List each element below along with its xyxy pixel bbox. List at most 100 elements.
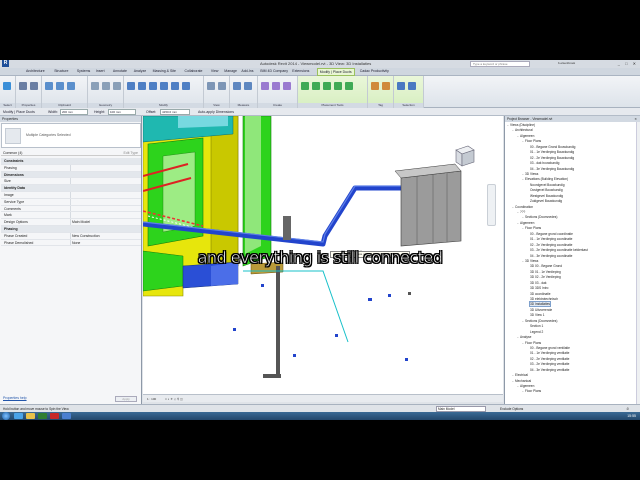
status-hint: Hold button and move mouse to Spin the V… — [3, 407, 70, 411]
start-button-icon[interactable] — [2, 412, 10, 420]
cyan-boundary — [243, 270, 349, 343]
ribbon-tab[interactable]: Massing & Site — [153, 69, 176, 73]
view-control-icons[interactable]: □ ◐ ☀ ◇ ⚲ ◫ — [165, 397, 183, 401]
ribbon-tab[interactable]: Annotate — [113, 69, 127, 73]
browser-node-label: Algemeen — [520, 220, 535, 225]
browser-node-label: Analyse — [520, 335, 532, 340]
browser-node-label: Oostgevel Bouwkundig — [530, 188, 563, 193]
ribbon-tool-icon[interactable] — [138, 82, 146, 90]
ribbon-tool-icon[interactable] — [91, 82, 99, 90]
properties-filter-dropdown[interactable]: Common (4) — [3, 151, 22, 155]
ribbon-tool-icon[interactable] — [19, 82, 27, 90]
ribbon-tool-icon[interactable] — [30, 82, 38, 90]
ribbon-tab[interactable]: Architecture — [26, 69, 45, 73]
height-field[interactable]: 100 mm — [108, 109, 136, 115]
property-group[interactable]: Identity Data — [1, 185, 141, 192]
excel-taskbar-icon[interactable] — [38, 413, 47, 419]
browser-node-label: 3D 3DS Intro — [530, 286, 549, 291]
height-label: Height: — [94, 110, 106, 114]
type-selector[interactable]: Multiple Categories Selected — [1, 123, 141, 148]
browser-node[interactable]: −Floor Plans — [505, 389, 640, 394]
ribbon-tool-icon[interactable] — [345, 82, 353, 90]
ribbon-tool-icon[interactable] — [127, 82, 135, 90]
ribbon-tab[interactable]: Cadac Productivity — [360, 69, 389, 73]
ribbon-tab[interactable]: Analyze — [134, 69, 146, 73]
ribbon-tab[interactable]: View — [211, 69, 219, 73]
search-input[interactable]: Type a keyword or phrase — [470, 61, 530, 67]
ribbon-tab[interactable]: Systems — [77, 69, 90, 73]
ribbon-tool-icon[interactable] — [3, 82, 11, 90]
ie-taskbar-icon[interactable] — [14, 413, 23, 419]
property-group[interactable]: Constraints — [1, 158, 141, 165]
ribbon-tab[interactable]: Structure — [54, 69, 68, 73]
property-row[interactable]: Mark — [1, 212, 141, 220]
property-name: Image — [4, 192, 14, 197]
ribbon-tab[interactable]: Extensions — [292, 69, 309, 73]
ribbon-tool-icon[interactable] — [261, 82, 269, 90]
ribbon-tool-icon[interactable] — [67, 82, 75, 90]
ribbon-tool-icon[interactable] — [233, 82, 241, 90]
offset-field[interactable]: 4150.0 mm — [160, 109, 190, 115]
ribbon-tool-icon[interactable] — [371, 82, 379, 90]
ribbon-tool-icon[interactable] — [56, 82, 64, 90]
navigation-bar[interactable] — [487, 184, 496, 226]
view-scale[interactable]: 1 : 100 — [147, 397, 156, 401]
property-group[interactable]: Dimensions — [1, 171, 141, 179]
viewcube-icon[interactable] — [448, 140, 478, 170]
edit-type-button[interactable]: Edit Type — [123, 151, 138, 155]
ribbon-tool-icon[interactable] — [283, 82, 291, 90]
auto-apply-dimensions-button[interactable]: Auto-apply Dimensions — [198, 110, 234, 114]
ribbon-tool-icon[interactable] — [408, 82, 416, 90]
ribbon-tool-icon[interactable] — [218, 82, 226, 90]
property-row[interactable]: Phase Created New Construction — [1, 232, 141, 240]
property-row[interactable]: Service Type — [1, 198, 141, 206]
property-value[interactable]: Main Model — [72, 220, 90, 224]
ribbon-tab[interactable]: Collaborate — [185, 69, 203, 73]
property-row[interactable]: Phasing — [1, 164, 141, 172]
property-row[interactable]: Image — [1, 191, 141, 199]
ribbon-tab[interactable]: Insert — [96, 69, 105, 73]
exclude-options-checkbox[interactable]: Exclude Options — [500, 407, 523, 411]
property-row[interactable]: Phase Demolished None — [1, 239, 141, 247]
ribbon-tool-icon[interactable] — [113, 82, 121, 90]
property-row[interactable]: Comments — [1, 205, 141, 213]
ribbon-tool-icon[interactable] — [334, 82, 342, 90]
width-field[interactable]: 200 mm — [60, 109, 88, 115]
ribbon-tool-icon[interactable] — [171, 82, 179, 90]
user-name[interactable]: b.elsenbroek — [558, 61, 575, 65]
ribbon-tool-icon[interactable] — [102, 82, 110, 90]
ribbon-tab[interactable]: BIM 4D Company — [260, 69, 288, 73]
apply-button[interactable]: Apply — [115, 396, 137, 402]
property-group[interactable]: Phasing — [1, 225, 141, 233]
ribbon-tool-icon[interactable] — [301, 82, 309, 90]
browser-node-label: Floor Plans — [525, 340, 542, 345]
ribbon-tool-icon[interactable] — [244, 82, 252, 90]
property-row[interactable]: Design Options Main Model — [1, 219, 141, 226]
ribbon-tool-icon[interactable] — [382, 82, 390, 90]
ribbon-tool-icon[interactable] — [323, 82, 331, 90]
ribbon-tool-icon[interactable] — [160, 82, 168, 90]
explorer-taskbar-icon[interactable] — [26, 413, 35, 419]
property-name: Comments — [4, 206, 21, 211]
revit-taskbar-icon[interactable] — [62, 413, 71, 419]
ribbon-tab[interactable]: Manage — [224, 69, 237, 73]
properties-filter[interactable]: Common (4) Edit Type — [1, 149, 141, 156]
property-value[interactable]: New Construction — [72, 234, 100, 238]
ribbon-tool-icon[interactable] — [207, 82, 215, 90]
window-controls[interactable]: _ □ ✕ — [618, 61, 638, 66]
ribbon-tool-icon[interactable] — [149, 82, 157, 90]
ribbon-tab[interactable]: Add-Ins — [241, 69, 253, 73]
ribbon-tool-icon[interactable] — [45, 82, 53, 90]
ribbon-tool-icon[interactable] — [272, 82, 280, 90]
property-value[interactable]: None — [72, 241, 80, 245]
media-taskbar-icon[interactable] — [50, 413, 59, 419]
ribbon-tab[interactable]: Modify | Place Ducts — [316, 68, 355, 76]
property-row[interactable]: Size — [1, 178, 141, 186]
ribbon-tool-icon[interactable] — [182, 82, 190, 90]
windows-taskbar: 15:55 — [0, 412, 640, 420]
ribbon-tool-icon[interactable] — [312, 82, 320, 90]
filter-count[interactable]: :0 — [626, 407, 629, 411]
ribbon-tool-icon[interactable] — [397, 82, 405, 90]
revit-logo-icon[interactable]: R — [2, 60, 9, 67]
properties-help-link[interactable]: Properties help — [3, 396, 27, 400]
